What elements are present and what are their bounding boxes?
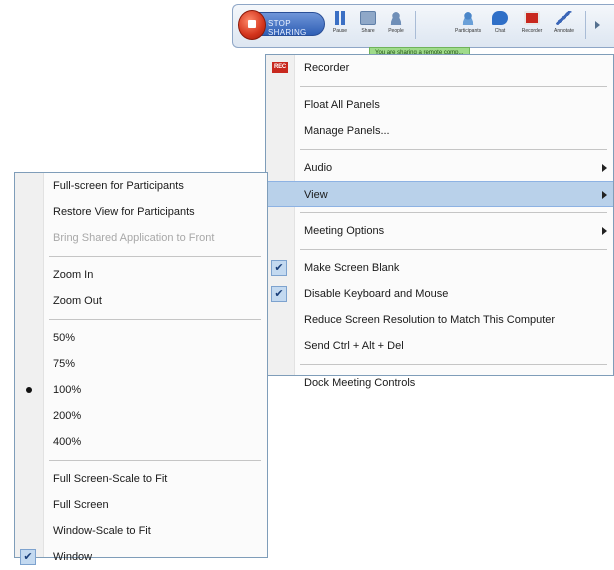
submenu-arrow-icon [602, 227, 607, 235]
toolbar-divider [585, 11, 586, 39]
menu-item-recorder[interactable]: REC Recorder [266, 55, 613, 81]
menu-item-dock-meeting-controls[interactable]: Dock Meeting Controls [266, 370, 613, 396]
menu-item-send-ctrl-alt-del[interactable]: Send Ctrl + Alt + Del [266, 333, 613, 359]
annotate-button[interactable]: Annotate [551, 11, 577, 41]
menu-separator [49, 319, 261, 320]
toolbar-divider [415, 11, 416, 39]
pause-button[interactable]: Pause [327, 11, 353, 41]
menu-item-manage-panels[interactable]: Manage Panels... [266, 118, 613, 144]
pause-icon [332, 11, 348, 25]
share-icon [360, 11, 376, 25]
overflow-arrow-icon[interactable] [595, 21, 600, 29]
menu-separator [49, 256, 261, 257]
menu-item-meeting-options[interactable]: Meeting Options [266, 218, 613, 244]
submenu-arrow-icon [602, 191, 607, 199]
menu-item-window[interactable]: ✔ Window [15, 544, 267, 570]
chat-button[interactable]: Chat [487, 11, 513, 41]
radio-dot-icon [26, 387, 32, 393]
view-submenu: Full-screen for Participants Restore Vie… [14, 172, 268, 565]
menu-item-reduce-resolution[interactable]: Reduce Screen Resolution to Match This C… [266, 307, 613, 333]
menu-item-audio[interactable]: Audio [266, 155, 613, 181]
stop-sharing-label: STOP SHARING [268, 19, 307, 37]
people-icon [388, 11, 404, 25]
recorder-button[interactable]: Recorder [519, 11, 545, 41]
menu-item-fullscreen[interactable]: Full Screen [15, 492, 267, 518]
menu-item-restore-view-participants[interactable]: Restore View for Participants [15, 199, 267, 225]
checkmark-icon: ✔ [271, 260, 287, 276]
menu-item-zoom-50[interactable]: 50% [15, 325, 267, 351]
menu-item-fullscreen-scale-fit[interactable]: Full Screen-Scale to Fit [15, 466, 267, 492]
stop-sharing-button[interactable]: STOP SHARING [238, 10, 325, 40]
menu-item-make-screen-blank[interactable]: ✔ Make Screen Blank [266, 255, 613, 281]
menu-separator [300, 212, 607, 213]
menu-item-zoom-100[interactable]: 100% [15, 377, 267, 403]
recorder-icon [524, 11, 540, 25]
menu-item-zoom-400[interactable]: 400% [15, 429, 267, 455]
meeting-menu: REC Recorder Float All Panels Manage Pan… [265, 54, 614, 389]
annotate-icon [556, 11, 572, 25]
menu-item-fullscreen-participants[interactable]: Full-screen for Participants [15, 173, 267, 199]
menu-separator [300, 249, 607, 250]
checkmark-icon: ✔ [271, 286, 287, 302]
submenu-arrow-icon [602, 164, 607, 172]
menu-item-zoom-in[interactable]: Zoom In [15, 262, 267, 288]
menu-separator [300, 86, 607, 87]
menu-separator [300, 149, 607, 150]
participants-button[interactable]: Participants [455, 11, 481, 41]
menu-separator [300, 364, 607, 365]
share-button[interactable]: Share [355, 11, 381, 41]
recorder-icon: REC [272, 62, 288, 73]
menu-item-float-all-panels[interactable]: Float All Panels [266, 92, 613, 118]
menu-separator [49, 460, 261, 461]
menu-item-window-scale-fit[interactable]: Window-Scale to Fit [15, 518, 267, 544]
participants-icon [460, 11, 476, 25]
people-button[interactable]: People [383, 11, 409, 41]
menu-item-zoom-75[interactable]: 75% [15, 351, 267, 377]
menu-item-zoom-out[interactable]: Zoom Out [15, 288, 267, 314]
menu-item-bring-app-front: Bring Shared Application to Front [53, 232, 215, 244]
meeting-controls-toolbar: STOP SHARING Pause Share People Particip… [232, 4, 614, 59]
menu-item-disable-keyboard-mouse[interactable]: ✔ Disable Keyboard and Mouse [266, 281, 613, 307]
chat-icon [492, 11, 508, 25]
stop-icon [238, 10, 266, 40]
checkmark-icon: ✔ [20, 549, 36, 565]
menu-item-view[interactable]: View [266, 181, 613, 207]
menu-item-zoom-200[interactable]: 200% [15, 403, 267, 429]
